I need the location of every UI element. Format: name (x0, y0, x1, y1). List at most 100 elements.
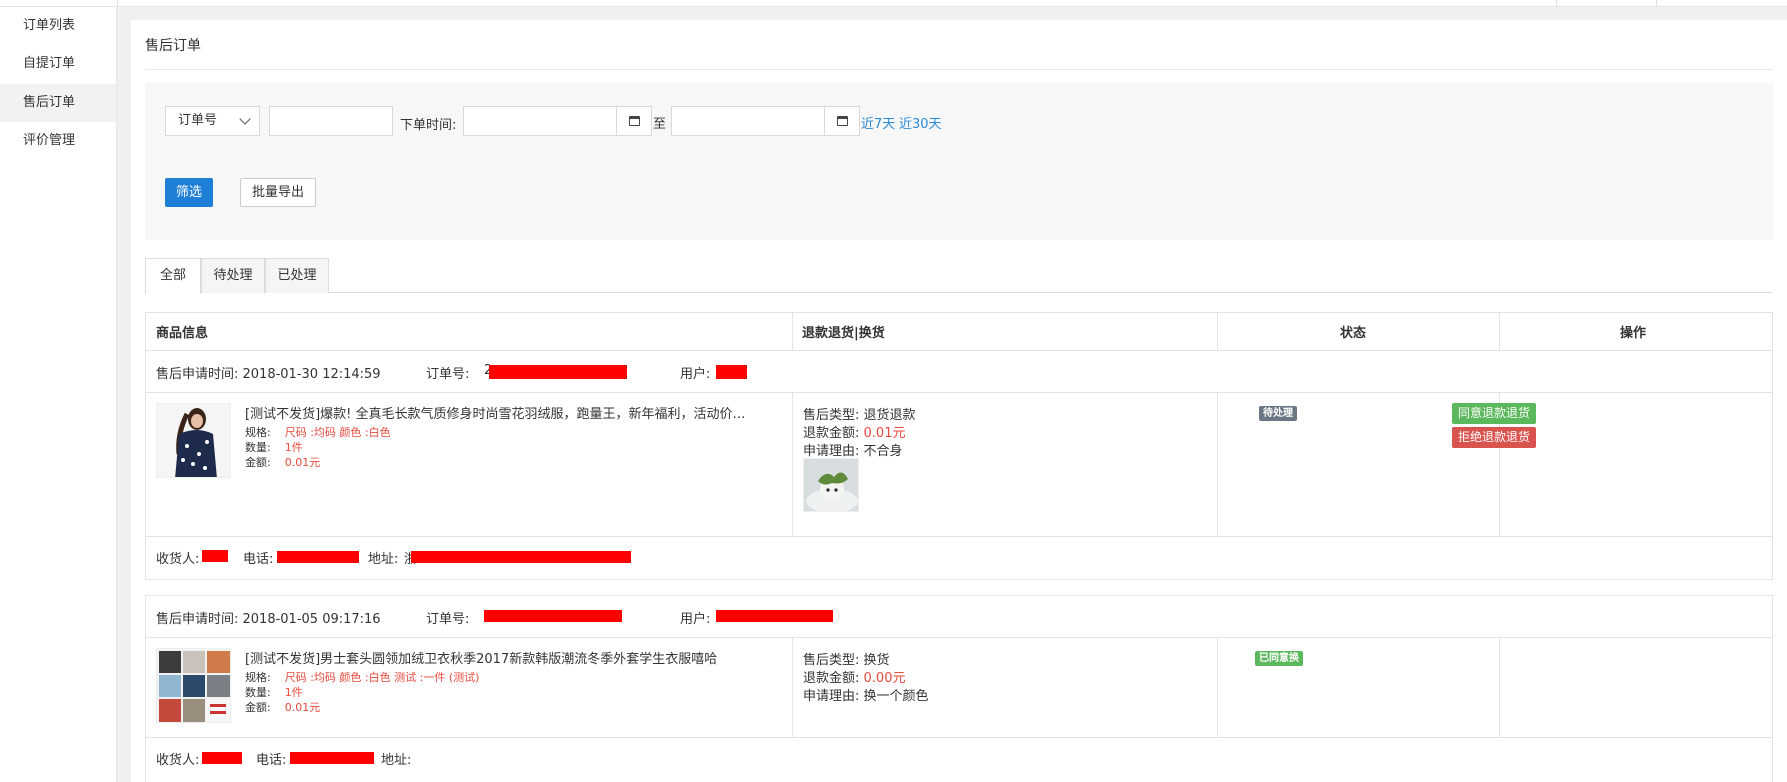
user-label: 用户: (680, 612, 711, 627)
order-header: 售后申请时间: 2018-01-05 09:17:16 订单号: 用户: (146, 596, 1772, 638)
tab-processed[interactable]: 已处理 (265, 258, 329, 293)
redacted-receiver (202, 752, 242, 764)
top-divider (1656, 0, 1657, 7)
last-7-days-link[interactable]: 近7天 (861, 113, 895, 132)
aftersale-order-card: 售后申请时间: 2018-01-05 09:17:16 订单号: 用户: [测试… (145, 595, 1773, 782)
spec-label: 规格: (245, 426, 271, 439)
redacted-user (716, 365, 747, 379)
column-divider (1499, 638, 1500, 738)
product-spec: 规格: 尺码 :均码 颜色 :白色 (245, 424, 391, 440)
spec-label: 规格: (245, 671, 271, 684)
order-footer: 收货人: 电话: 地址: (146, 738, 1772, 778)
apply-reason: 申请理由: 换一个颜色 (803, 685, 929, 704)
column-divider (1217, 393, 1218, 537)
tab-all[interactable]: 全部 (145, 258, 201, 294)
sidebar-item-pickup-orders[interactable]: 自提订单 (0, 45, 116, 83)
calendar-icon (837, 116, 848, 126)
column-header-refund-return: 退款退货|换货 (802, 326, 885, 341)
refund-amount: 退款金额: 0.01元 (803, 422, 905, 441)
top-divider (117, 0, 118, 7)
redacted-phone (290, 752, 374, 764)
search-type-select[interactable]: 订单号 (165, 106, 260, 136)
quantity-value: 1件 (284, 441, 303, 454)
product-thumbnail[interactable] (156, 403, 231, 478)
refund-amount-value: 0.00元 (863, 671, 906, 686)
aftersale-type: 售后类型: 换货 (803, 649, 890, 668)
sidebar-item-order-list[interactable]: 订单列表 (0, 7, 116, 45)
receiver-label: 收货人: (156, 753, 200, 768)
top-divider (1556, 0, 1557, 7)
order-body: [测试不发货]男士套头圆领加绒卫衣秋季2017新款韩版潮流冬季外套学生衣服嘻哈 … (146, 638, 1772, 738)
column-header-actions: 操作 (1620, 326, 1647, 341)
status-badge: 待处理 (1259, 406, 1297, 421)
column-divider (792, 393, 793, 537)
column-divider (1217, 638, 1218, 738)
top-strip (0, 0, 1787, 7)
column-divider (792, 638, 793, 738)
column-divider (1217, 313, 1218, 354)
refund-amount-label: 退款金额: (803, 426, 860, 441)
apply-reason-label: 申请理由: (803, 689, 860, 704)
order-time-label: 下单时间: (400, 118, 457, 133)
order-footer: 收货人: 电话: 地址: 浙 (146, 537, 1772, 577)
reject-refund-return-button[interactable]: 拒绝退款退货 (1452, 427, 1537, 448)
product-quantity: 数量: 1件 (245, 684, 303, 700)
quantity-label: 数量: (245, 686, 271, 699)
redacted-order-number (489, 365, 627, 379)
amount-label: 金额: (245, 701, 271, 714)
table-header: 商品信息 退款退货|换货 状态 操作 (145, 312, 1773, 355)
redacted-user (716, 610, 833, 622)
quantity-value: 1件 (284, 686, 303, 699)
order-header: 售后申请时间: 2018-01-30 12:14:59 订单号: 2 用户: (146, 351, 1772, 393)
search-type-value: 订单号 (178, 113, 218, 128)
tab-pending[interactable]: 待处理 (201, 258, 265, 293)
main-panel: 售后订单 订单号 下单时间: 至 近7天 近30天 筛选 批量导出 全部 待处理… (131, 20, 1787, 782)
amount-value: 0.01元 (284, 456, 321, 469)
apply-time: 售后申请时间: 2018-01-30 12:14:59 (156, 367, 381, 382)
aftersale-type-label: 售后类型: (803, 408, 860, 423)
product-name[interactable]: [测试不发货]男士套头圆领加绒卫衣秋季2017新款韩版潮流冬季外套学生衣服嘻哈 (245, 648, 775, 667)
sidebar-item-aftersale-orders[interactable]: 售后订单 (0, 84, 116, 122)
quantity-label: 数量: (245, 441, 271, 454)
spec-value: 尺码 :均码 颜色 :白色 (284, 426, 391, 439)
aftersale-type-label: 售后类型: (803, 653, 860, 668)
user-label: 用户: (680, 367, 711, 382)
order-number-input[interactable] (269, 106, 393, 136)
product-amount: 金额: 0.01元 (245, 454, 320, 470)
apply-reason-label: 申请理由: (803, 444, 860, 459)
evidence-photo[interactable] (803, 458, 859, 512)
phone-label: 电话: (243, 552, 274, 567)
title-divider (145, 69, 1773, 70)
chevron-down-icon (239, 113, 251, 125)
address-label: 地址: (368, 552, 399, 567)
page-title: 售后订单 (145, 38, 201, 54)
amount-value: 0.01元 (284, 701, 321, 714)
apply-reason-value: 不合身 (863, 444, 903, 459)
sidebar: 订单列表 自提订单 售后订单 评价管理 (0, 7, 117, 782)
column-header-product-info: 商品信息 (156, 326, 209, 341)
aftersale-type: 售后类型: 退货退款 (803, 404, 916, 423)
refund-amount-label: 退款金额: (803, 671, 860, 686)
redacted-phone (277, 551, 359, 563)
sidebar-item-reviews[interactable]: 评价管理 (0, 122, 116, 160)
redacted-receiver (202, 550, 228, 562)
product-amount: 金额: 0.01元 (245, 699, 320, 715)
amount-label: 金额: (245, 456, 271, 469)
product-thumbnail[interactable] (156, 648, 231, 723)
start-date-picker-button[interactable] (616, 106, 652, 136)
end-date-picker-button[interactable] (824, 106, 860, 136)
address-label: 地址: (381, 753, 412, 768)
end-date-input[interactable] (671, 106, 825, 136)
filter-button[interactable]: 筛选 (165, 178, 213, 207)
filter-panel: 订单号 下单时间: 至 近7天 近30天 筛选 批量导出 (145, 83, 1773, 240)
product-name[interactable]: [测试不发货]爆款! 全真毛长款气质修身时尚雪花羽绒服，跑量王，新年福利，活动价… (245, 403, 775, 422)
last-30-days-link[interactable]: 近30天 (899, 113, 942, 132)
apply-time: 售后申请时间: 2018-01-05 09:17:16 (156, 612, 381, 627)
order-number-label: 订单号: (426, 367, 470, 382)
start-date-input[interactable] (463, 106, 617, 136)
product-quantity: 数量: 1件 (245, 439, 303, 455)
batch-export-button[interactable]: 批量导出 (240, 178, 316, 207)
receiver-label: 收货人: (156, 552, 200, 567)
apply-reason: 申请理由: 不合身 (803, 440, 903, 459)
approve-refund-return-button[interactable]: 同意退款退货 (1452, 403, 1537, 424)
